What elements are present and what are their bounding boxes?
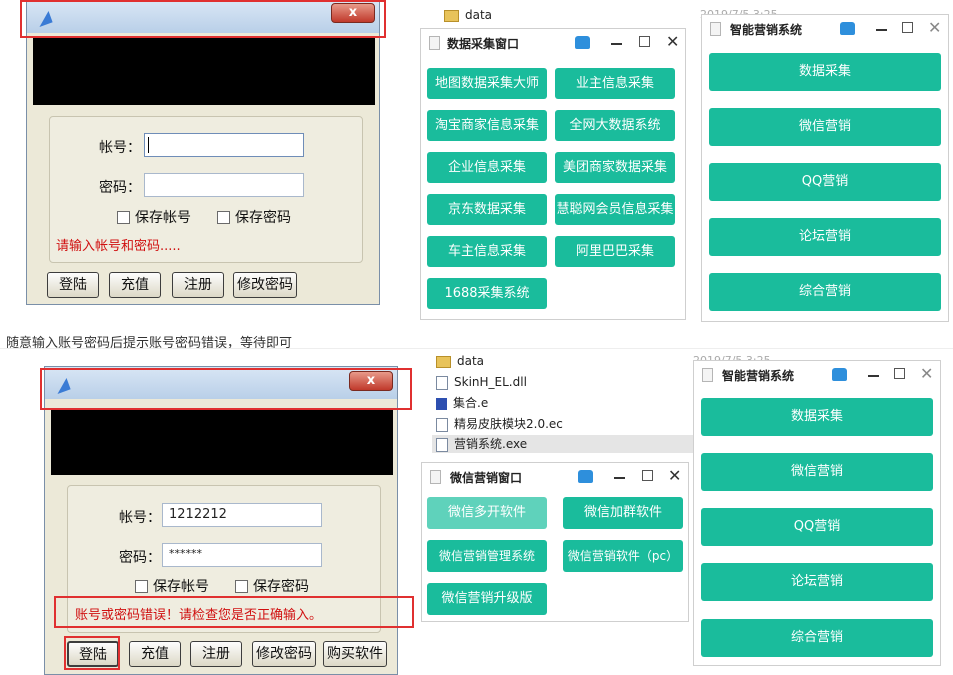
text-cursor <box>148 137 149 153</box>
java-icon <box>710 22 721 36</box>
register-button[interactable]: 注册 <box>172 272 224 298</box>
skin-icon[interactable] <box>840 22 855 35</box>
file-row-data[interactable]: data <box>444 6 492 24</box>
folder-icon <box>444 9 459 22</box>
save-account-label: 保存帐号 <box>135 210 191 226</box>
wechat-multi-open-button[interactable]: 微信多开软件 <box>427 497 547 529</box>
close-icon[interactable]: ✕ <box>928 20 941 36</box>
account-label: 帐号： <box>99 140 141 156</box>
taobao-merchant-button[interactable]: 淘宝商家信息采集 <box>427 110 547 141</box>
password-input[interactable]: ****** <box>162 543 322 567</box>
forum-marketing-button[interactable]: 论坛营销 <box>701 563 933 601</box>
window-title: 智能营销系统 <box>722 369 795 383</box>
highlight-box-top <box>20 0 386 38</box>
enterprise-info-button[interactable]: 企业信息采集 <box>427 152 547 183</box>
save-account-checkbox[interactable] <box>135 580 148 593</box>
file-row-data[interactable]: data <box>436 352 484 370</box>
password-label: 密码： <box>99 180 141 196</box>
wechat-upgrade-button[interactable]: 微信营销升级版 <box>427 583 547 615</box>
exe-file-icon <box>436 437 448 452</box>
window-title: 微信营销窗口 <box>450 471 523 485</box>
comprehensive-marketing-button[interactable]: 综合营销 <box>701 619 933 657</box>
qq-marketing-button[interactable]: QQ营销 <box>701 508 933 546</box>
maximize-icon[interactable] <box>639 36 650 47</box>
skin-icon[interactable] <box>575 36 590 49</box>
file-row-dll[interactable]: SkinH_EL.dll <box>436 373 527 391</box>
recharge-button[interactable]: 充值 <box>109 272 161 298</box>
login-window-top: x 帐号： 密码： 保存帐号 保存密码 请输入帐号和密码..... 登陆 充值 … <box>26 0 380 305</box>
recharge-button[interactable]: 充值 <box>129 641 181 667</box>
qq-marketing-button[interactable]: QQ营销 <box>709 163 941 201</box>
e-file-icon <box>436 397 447 410</box>
login-window-bottom: x 帐号： 1212212 密码： ****** 保存帐号 保存密码 账号或密码… <box>44 366 398 675</box>
alibaba-button[interactable]: 阿里巴巴采集 <box>555 236 675 267</box>
account-input[interactable]: 1212212 <box>162 503 322 527</box>
highlight-box-titlebar <box>40 368 412 410</box>
window-title: 数据采集窗口 <box>447 37 520 51</box>
change-password-button[interactable]: 修改密码 <box>233 272 297 298</box>
skin-icon[interactable] <box>832 368 847 381</box>
close-icon[interactable]: ✕ <box>668 468 681 484</box>
password-input[interactable] <box>144 173 304 197</box>
owner-info-button[interactable]: 业主信息采集 <box>555 68 675 99</box>
close-icon[interactable]: ✕ <box>920 366 933 382</box>
account-input[interactable] <box>144 133 304 157</box>
car-owner-button[interactable]: 车主信息采集 <box>427 236 547 267</box>
account-label: 帐号： <box>119 510 161 526</box>
file-row-e[interactable]: 集合.e <box>436 394 488 412</box>
login-message: 请输入帐号和密码..... <box>56 239 181 254</box>
comprehensive-marketing-button[interactable]: 综合营销 <box>709 273 941 311</box>
section-divider <box>0 348 953 349</box>
data-collection-button[interactable]: 数据采集 <box>709 53 941 91</box>
skin-icon[interactable] <box>578 470 593 483</box>
hc360-member-button[interactable]: 慧聪网会员信息采集 <box>555 194 675 225</box>
data-collection-button[interactable]: 数据采集 <box>701 398 933 436</box>
save-password-checkbox[interactable] <box>217 211 230 224</box>
minimize-icon[interactable] <box>876 29 887 31</box>
change-password-button[interactable]: 修改密码 <box>252 641 316 667</box>
java-icon <box>429 36 440 50</box>
buy-software-button[interactable]: 购买软件 <box>323 641 387 667</box>
minimize-icon[interactable] <box>614 477 625 479</box>
1688-button[interactable]: 1688采集系统 <box>427 278 547 309</box>
minimize-icon[interactable] <box>611 43 622 45</box>
save-password-label: 保存密码 <box>253 579 309 595</box>
maximize-icon[interactable] <box>642 470 653 481</box>
dll-file-icon <box>436 375 448 390</box>
map-data-button[interactable]: 地图数据采集大师 <box>427 68 547 99</box>
wechat-marketing-button[interactable]: 微信营销 <box>701 453 933 491</box>
forum-marketing-button[interactable]: 论坛营销 <box>709 218 941 256</box>
save-password-checkbox[interactable] <box>235 580 248 593</box>
wechat-group-join-button[interactable]: 微信加群软件 <box>563 497 683 529</box>
close-icon[interactable]: ✕ <box>666 34 679 50</box>
meituan-merchant-button[interactable]: 美团商家数据采集 <box>555 152 675 183</box>
minimize-icon[interactable] <box>868 375 879 377</box>
save-password-label: 保存密码 <box>235 210 291 226</box>
wechat-pc-software-button[interactable]: 微信营销软件（pc） <box>563 540 683 572</box>
login-button[interactable]: 登陆 <box>47 272 99 298</box>
register-button[interactable]: 注册 <box>190 641 242 667</box>
window-title: 智能营销系统 <box>730 23 803 37</box>
ec-file-icon <box>436 417 448 432</box>
file-row-ec[interactable]: 精易皮肤模块2.0.ec <box>436 415 563 433</box>
wechat-marketing-button[interactable]: 微信营销 <box>709 108 941 146</box>
save-account-checkbox[interactable] <box>117 211 130 224</box>
file-row-exe[interactable]: 营销系统.exe <box>432 435 696 453</box>
folder-icon <box>436 355 451 368</box>
wechat-management-button[interactable]: 微信营销管理系统 <box>427 540 547 572</box>
banner-area <box>33 37 375 105</box>
bigdata-system-button[interactable]: 全网大数据系统 <box>555 110 675 141</box>
maximize-icon[interactable] <box>902 22 913 33</box>
maximize-icon[interactable] <box>894 368 905 379</box>
password-label: 密码： <box>119 550 161 566</box>
java-icon <box>430 470 441 484</box>
jd-data-button[interactable]: 京东数据采集 <box>427 194 547 225</box>
highlight-box-login <box>64 636 120 670</box>
java-icon <box>702 368 713 382</box>
save-account-label: 保存帐号 <box>153 579 209 595</box>
banner-area <box>51 409 393 475</box>
highlight-box-error <box>54 596 414 628</box>
